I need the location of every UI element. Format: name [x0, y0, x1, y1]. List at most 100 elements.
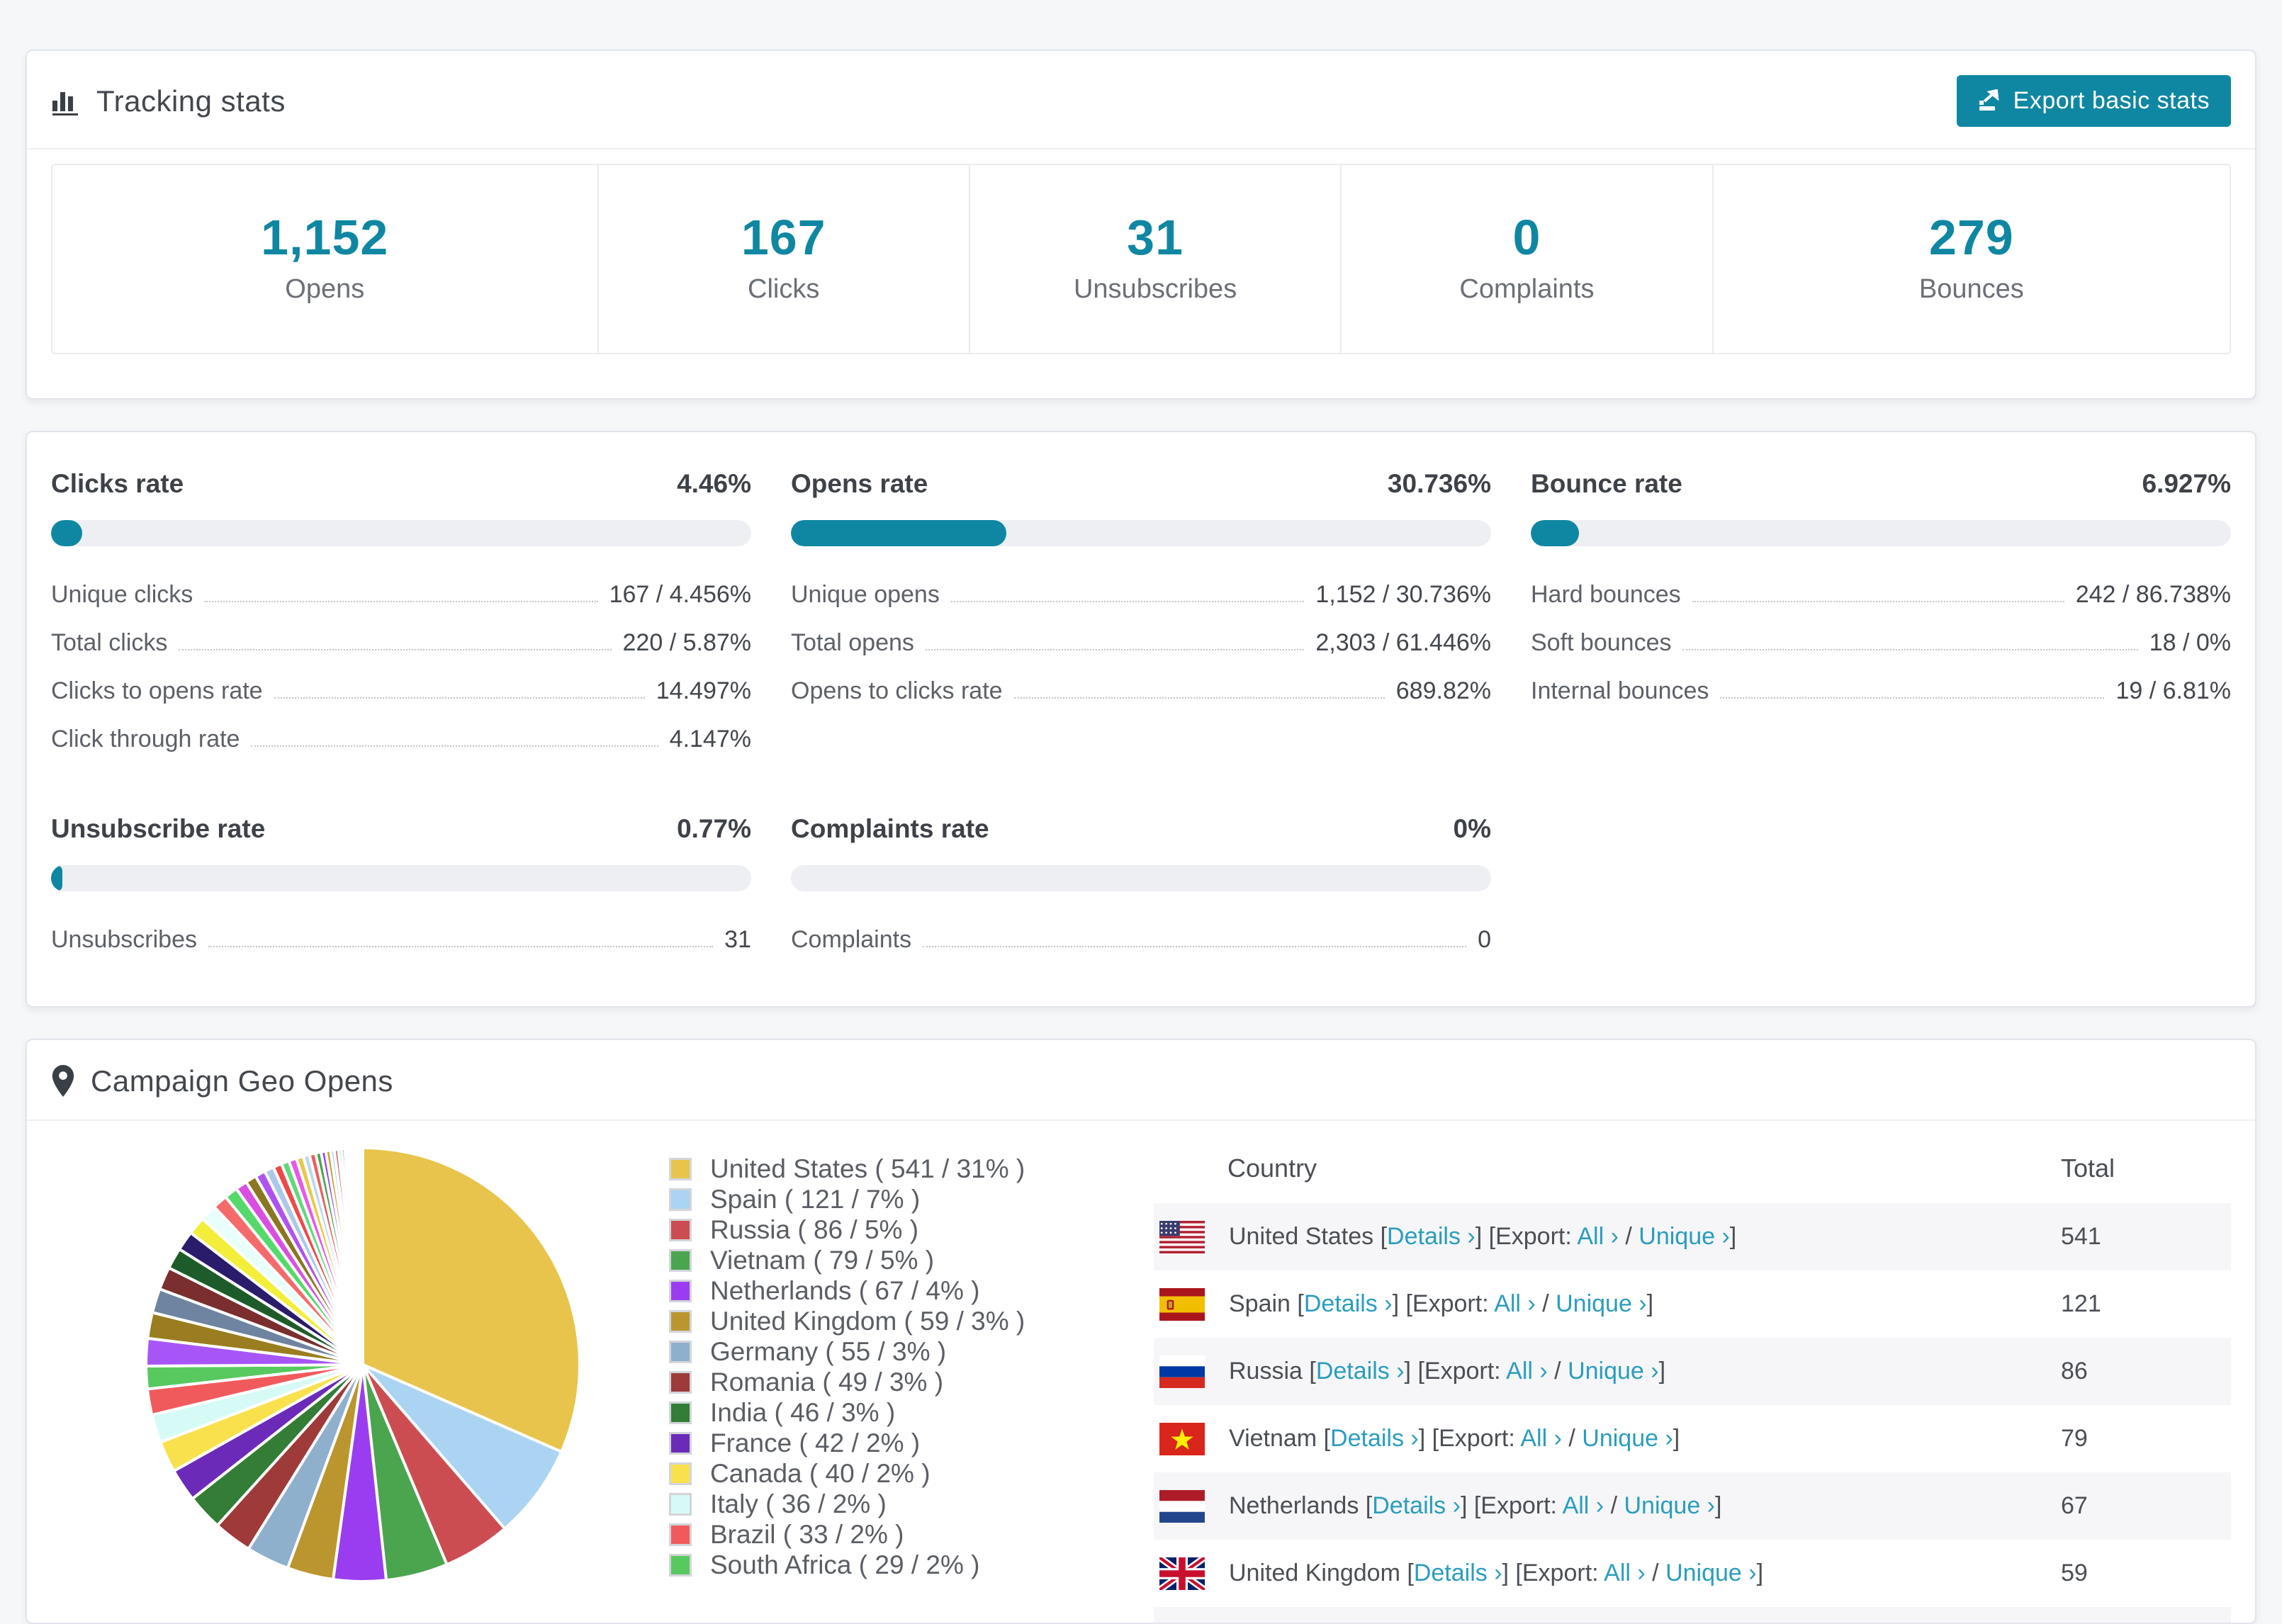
export-unique-link[interactable]: Unique › — [1556, 1290, 1647, 1317]
country-column-header: Country — [1227, 1154, 1317, 1183]
details-link[interactable]: Details › — [1414, 1560, 1502, 1586]
country-name: United States — [1229, 1223, 1374, 1250]
rate-detail-label: Hard bounces — [1531, 581, 1681, 608]
legend-swatch-icon — [669, 1370, 692, 1394]
rate-progress-fill — [51, 865, 62, 891]
table-row-us: United States [Details ›] [Export: All ›… — [1154, 1203, 2231, 1270]
rate-detail-row: Total opens 2,303 / 61.446% — [791, 610, 1491, 658]
rate-detail-value: 0 — [1478, 926, 1491, 953]
rate-detail-value: 18 / 0% — [2149, 629, 2231, 656]
rate-detail-value: 31 — [724, 926, 751, 953]
country-total: 59 — [2061, 1560, 2088, 1586]
country-total: 67 — [2061, 1492, 2088, 1519]
stat-tile-opens: 1,152 Opens — [52, 165, 599, 353]
legend-label: United Kingdom ( 59 / 3% ) — [710, 1307, 1025, 1336]
legend-label: France ( 42 / 2% ) — [710, 1428, 921, 1457]
geo-body: United States ( 541 / 31% ) Spain ( 121 … — [27, 1121, 2255, 1623]
rate-progress-fill — [1531, 520, 1580, 546]
legend-item: Netherlands ( 67 / 4% ) — [669, 1275, 1123, 1306]
rate-block-unsubscribe-rate: Unsubscribe rate 0.77% Unsubscribes 31 — [51, 814, 751, 955]
table-row-es: Spain [Details ›] [Export: All › / Uniqu… — [1154, 1270, 2231, 1338]
geo-pie-chart[interactable] — [136, 1138, 590, 1595]
export-all-link[interactable]: All › — [1563, 1492, 1604, 1519]
legend-label: Italy ( 36 / 2% ) — [710, 1489, 887, 1518]
details-link[interactable]: Details › — [1304, 1290, 1393, 1317]
stat-tile-unsubscribes: 31 Unsubscribes — [970, 165, 1342, 353]
details-link[interactable]: Details › — [1316, 1358, 1405, 1385]
dotted-leader — [925, 649, 1305, 650]
rate-value: 6.927% — [2142, 469, 2232, 498]
details-link[interactable]: Details › — [1387, 1223, 1476, 1250]
export-all-link[interactable]: All › — [1604, 1560, 1646, 1586]
country-total: 541 — [2061, 1223, 2101, 1250]
export-basic-stats-button[interactable]: Export basic stats — [1956, 75, 2231, 127]
legend-item: France ( 42 / 2% ) — [669, 1428, 1123, 1458]
export-unique-link[interactable]: Unique › — [1624, 1492, 1715, 1519]
rate-detail-label: Internal bounces — [1531, 677, 1709, 704]
rate-detail-value: 2,303 / 61.446% — [1315, 629, 1491, 656]
rate-progress-fill — [51, 520, 83, 546]
legend-swatch-icon — [669, 1462, 692, 1485]
rate-value: 30.736% — [1387, 469, 1491, 498]
flag-nl-icon — [1159, 1489, 1205, 1523]
export-all-link[interactable]: All › — [1520, 1425, 1562, 1452]
details-link[interactable]: Details › — [1330, 1425, 1419, 1452]
export-unique-link[interactable]: Unique › — [1665, 1560, 1757, 1586]
rate-detail-row: Opens to clicks rate 689.82% — [791, 658, 1491, 706]
country-total: 79 — [2061, 1425, 2088, 1452]
rate-detail-label: Soft bounces — [1531, 629, 1672, 656]
rates-card: Clicks rate 4.46% Unique clicks 167 / 4.… — [26, 431, 2256, 1008]
page: Tracking stats Export basic stats 1,152 — [0, 0, 2282, 1624]
page-title: Tracking stats — [96, 84, 286, 118]
dotted-leader — [1720, 697, 2105, 699]
export-unique-link[interactable]: Unique › — [1568, 1358, 1659, 1385]
dotted-leader — [950, 601, 1305, 602]
geo-pie-legend: United States ( 541 / 31% ) Spain ( 121 … — [669, 1154, 1123, 1580]
rate-detail-label: Unique clicks — [51, 581, 193, 608]
rate-value: 0.77% — [677, 814, 751, 843]
stat-tile-bounces: 279 Bounces — [1714, 165, 2230, 353]
stat-label: Complaints — [1459, 274, 1595, 304]
rate-progress-track — [51, 865, 751, 891]
stat-tile-clicks: 167 Clicks — [599, 165, 970, 353]
rates-grid: Clicks rate 4.46% Unique clicks 167 / 4.… — [51, 469, 2231, 955]
legend-swatch-icon — [669, 1188, 692, 1211]
bar-chart-icon — [51, 86, 81, 116]
legend-item: Canada ( 40 / 2% ) — [669, 1458, 1123, 1489]
legend-label: Russia ( 86 / 5% ) — [710, 1215, 919, 1244]
details-link[interactable]: Details › — [1372, 1492, 1461, 1519]
export-unique-link[interactable]: Unique › — [1582, 1425, 1673, 1452]
export-all-link[interactable]: All › — [1494, 1290, 1536, 1317]
rate-title: Complaints rate — [791, 814, 989, 843]
rate-detail-value: 242 / 86.738% — [2075, 581, 2231, 608]
legend-label: Netherlands ( 67 / 4% ) — [710, 1276, 980, 1305]
country-name: Netherlands — [1229, 1492, 1359, 1519]
export-all-link[interactable]: All › — [1577, 1223, 1619, 1250]
rate-progress-track — [791, 520, 1491, 546]
legend-label: South Africa ( 29 / 2% ) — [710, 1550, 980, 1579]
legend-item: Germany ( 55 / 3% ) — [669, 1336, 1123, 1367]
rate-value: 0% — [1453, 814, 1491, 843]
rate-detail-label: Clicks to opens rate — [51, 677, 263, 704]
country-name: United Kingdom — [1229, 1560, 1400, 1586]
rate-detail-label: Opens to clicks rate — [791, 677, 1003, 704]
flag-us-icon — [1159, 1220, 1205, 1253]
rate-detail-value: 14.497% — [656, 677, 751, 704]
legend-swatch-icon — [669, 1309, 692, 1333]
export-unique-link[interactable]: Unique › — [1639, 1223, 1730, 1250]
rate-detail-value: 220 / 5.87% — [622, 629, 751, 656]
export-icon — [1978, 89, 2002, 113]
legend-swatch-icon — [669, 1401, 692, 1424]
rate-detail-value: 689.82% — [1395, 677, 1491, 704]
legend-item: United States ( 541 / 31% ) — [669, 1154, 1123, 1184]
pie-slice[interactable] — [360, 1146, 364, 1365]
stat-value: 167 — [741, 210, 826, 265]
legend-swatch-icon — [669, 1340, 692, 1363]
legend-swatch-icon — [669, 1553, 692, 1577]
summary-stats-row: 1,152 Opens 167 Clicks 31 Unsubscribes 0 Co… — [51, 164, 2231, 354]
legend-label: Germany ( 55 / 3% ) — [710, 1337, 947, 1366]
rate-progress-track — [51, 520, 751, 546]
export-all-link[interactable]: All › — [1506, 1358, 1548, 1385]
rate-detail-row: Click through rate 4.147% — [51, 706, 751, 755]
rate-detail-value: 167 / 4.456% — [609, 581, 751, 608]
